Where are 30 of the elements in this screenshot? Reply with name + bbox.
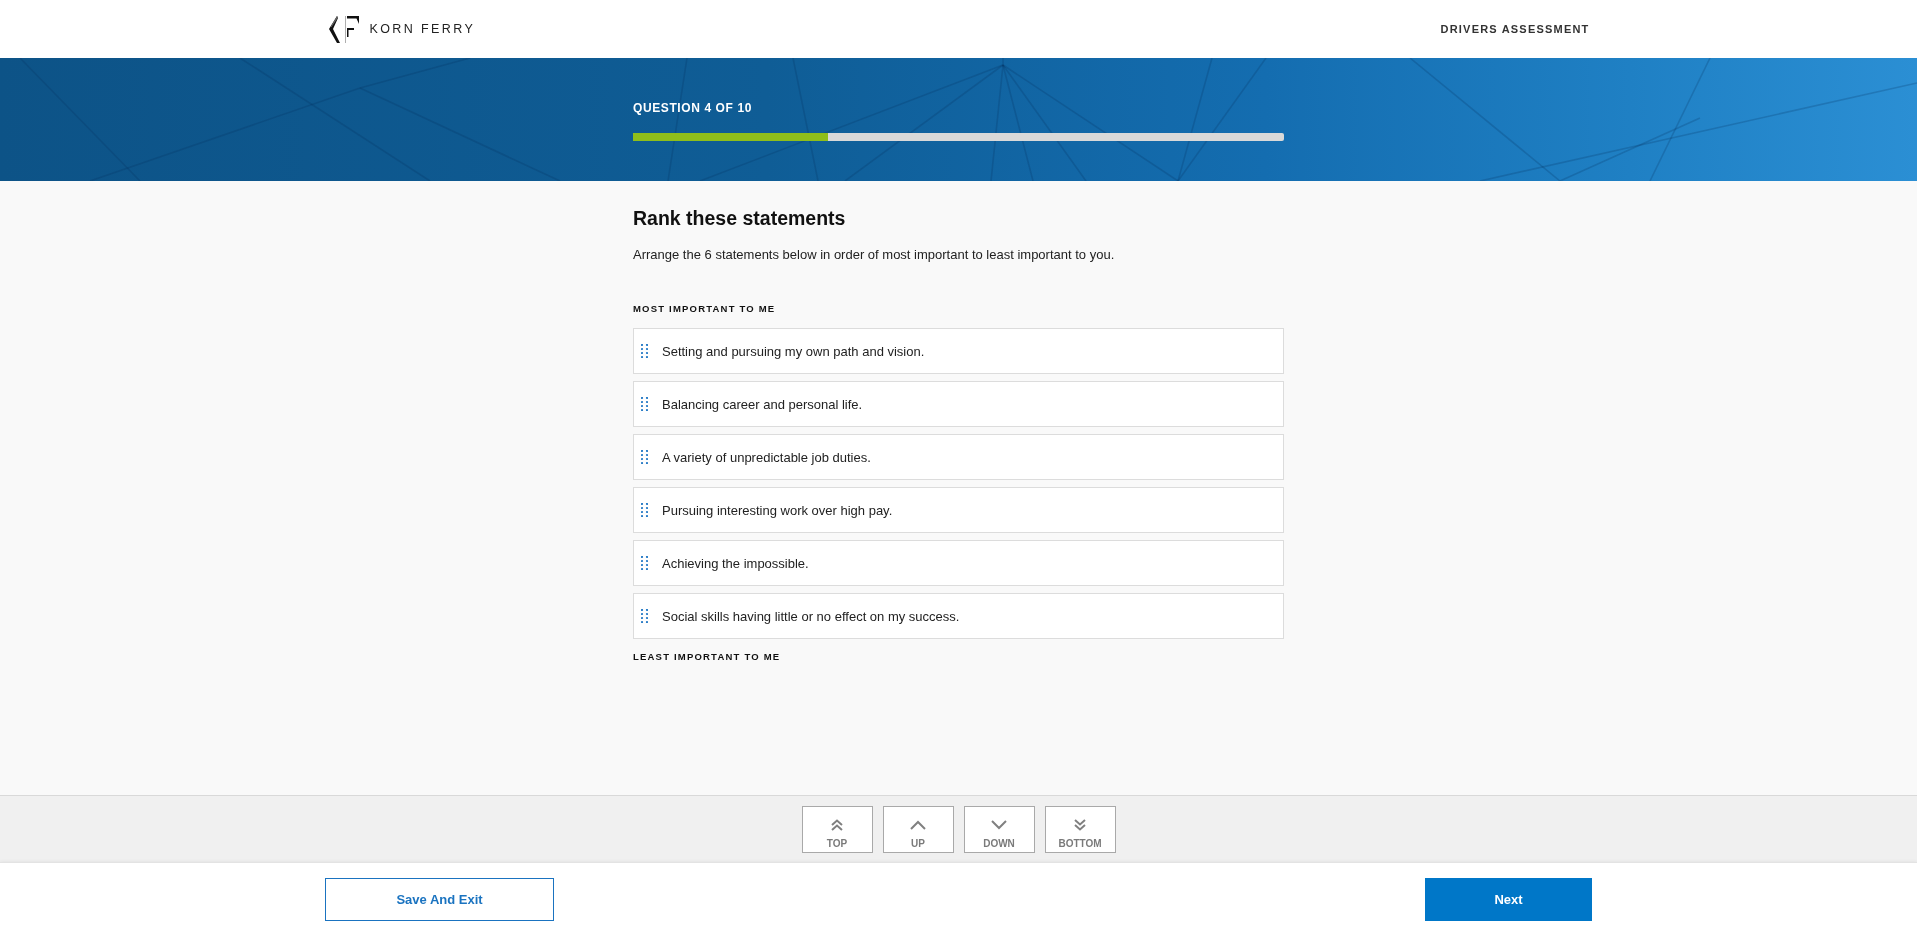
assessment-title: DRIVERS ASSESSMENT bbox=[1440, 23, 1590, 35]
question-instructions: Arrange the 6 statements below in order of most important to least important to you. bbox=[633, 246, 1116, 264]
drag-handle-icon[interactable] bbox=[641, 397, 648, 411]
double-chevron-down-icon bbox=[1072, 819, 1088, 831]
chevron-down-icon bbox=[991, 819, 1007, 831]
statement-item[interactable]: Social skills having little or no effect on my success. bbox=[633, 593, 1284, 639]
chevron-up-icon bbox=[910, 819, 926, 831]
logo-icon bbox=[327, 14, 360, 44]
drag-handle-icon[interactable] bbox=[641, 556, 648, 570]
double-chevron-up-icon bbox=[829, 819, 845, 831]
statement-item[interactable]: Balancing career and personal life. bbox=[633, 381, 1284, 427]
statement-item[interactable]: Setting and pursuing my own path and vision. bbox=[633, 328, 1284, 374]
most-important-label: MOST IMPORTANT TO ME bbox=[633, 302, 776, 316]
statement-item[interactable]: A variety of unpredictable job duties. bbox=[633, 434, 1284, 480]
drag-handle-icon[interactable] bbox=[641, 609, 648, 623]
statement-item[interactable]: Pursuing interesting work over high pay. bbox=[633, 487, 1284, 533]
drag-handle-icon[interactable] bbox=[641, 344, 648, 358]
move-top-button[interactable]: TOP bbox=[801, 806, 873, 853]
statement-item[interactable]: Achieving the impossible. bbox=[633, 540, 1284, 586]
least-important-label: LEAST IMPORTANT TO ME bbox=[633, 650, 781, 664]
drag-handle-icon[interactable] bbox=[641, 503, 648, 517]
move-up-button[interactable]: UP bbox=[882, 806, 954, 853]
move-bottom-button[interactable]: BOTTOM bbox=[1044, 806, 1116, 853]
next-button[interactable]: Next bbox=[1425, 878, 1592, 921]
drag-handle-icon[interactable] bbox=[641, 450, 648, 464]
move-down-button[interactable]: DOWN bbox=[963, 806, 1035, 853]
question-counter: QUESTION 4 OF 10 bbox=[633, 101, 752, 115]
question-title: Rank these statements bbox=[633, 206, 846, 230]
save-exit-button[interactable]: Save And Exit bbox=[325, 878, 554, 921]
brand-name: KORN FERRY bbox=[369, 22, 476, 36]
